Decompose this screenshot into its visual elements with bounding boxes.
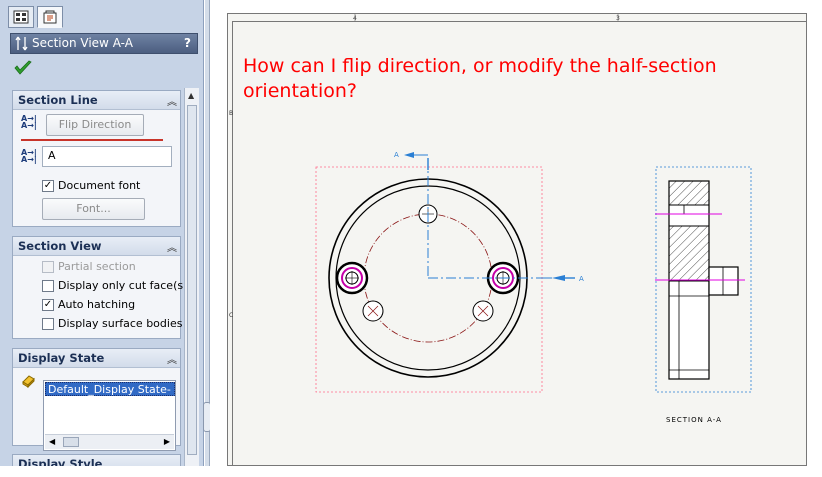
drawing-views: A A (315, 13, 752, 393)
section-view-caption: SECTION A-A (666, 416, 722, 424)
section-arrow-label: A (579, 275, 584, 283)
section-arrow-icon[interactable] (552, 275, 565, 281)
section-arrow-icon[interactable] (404, 152, 414, 158)
section-arrow-label: A (394, 151, 399, 159)
section-view-aa[interactable] (655, 166, 752, 393)
front-view[interactable] (315, 166, 543, 393)
